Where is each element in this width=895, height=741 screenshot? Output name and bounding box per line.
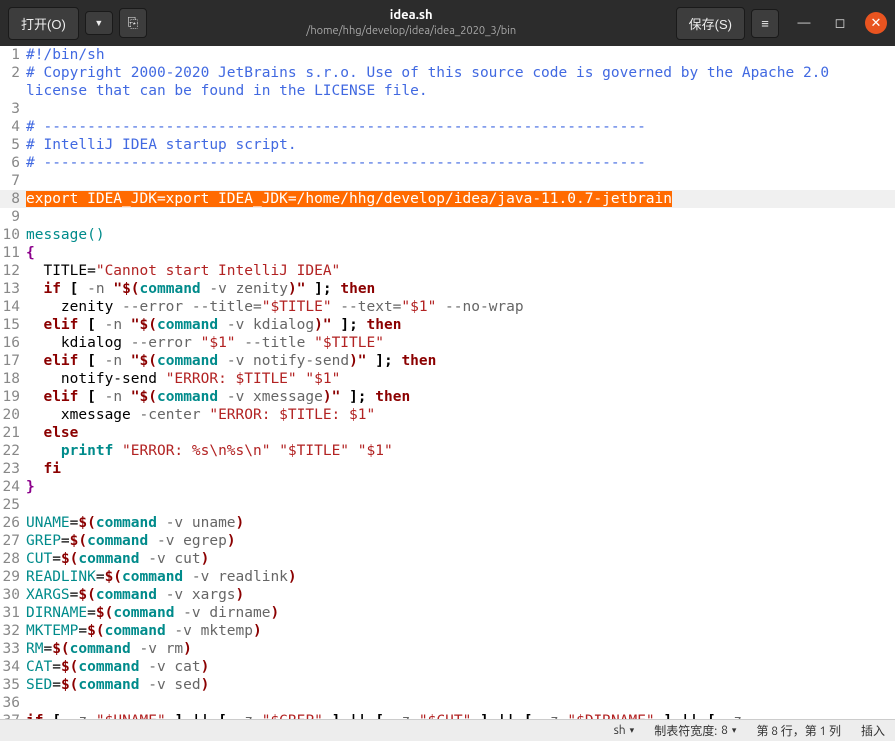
filepath: /home/hhg/develop/idea/idea_2020_3/bin	[153, 24, 670, 38]
filename: idea.sh	[153, 7, 670, 24]
maximize-button[interactable]: ◻	[829, 12, 851, 34]
chevron-down-icon: ▾	[732, 725, 737, 736]
chevron-down-icon: ▼	[94, 18, 103, 28]
open-button[interactable]: 打开(O)	[8, 7, 79, 40]
title-area: idea.sh /home/hhg/develop/idea/idea_2020…	[153, 7, 670, 38]
minimize-icon: —	[798, 16, 811, 30]
maximize-icon: ◻	[835, 16, 846, 31]
menu-button[interactable]: ≡	[751, 9, 779, 38]
hamburger-icon: ≡	[761, 16, 769, 31]
cursor-position[interactable]: 第 8 行，第 1 列	[756, 722, 841, 739]
minimize-button[interactable]: —	[793, 12, 815, 34]
close-icon: ✕	[871, 16, 882, 31]
save-button[interactable]: 保存(S)	[676, 7, 745, 40]
code-editor[interactable]: 1#!/bin/sh 2# Copyright 2000-2020 JetBra…	[0, 46, 895, 719]
edit-mode[interactable]: 插入	[861, 722, 885, 739]
titlebar: 打开(O) ▼ ⎘ idea.sh /home/hhg/develop/idea…	[0, 0, 895, 46]
open-recent-dropdown[interactable]: ▼	[85, 11, 113, 35]
tab-width-selector[interactable]: 制表符宽度: 8 ▾	[654, 722, 736, 739]
new-tab-button[interactable]: ⎘	[119, 8, 147, 38]
language-selector[interactable]: sh ▾	[614, 724, 635, 737]
selected-text: export IDEA_JDK=xport IDEA_JDK=/home/hhg…	[26, 191, 672, 207]
close-button[interactable]: ✕	[865, 12, 887, 34]
chevron-down-icon: ▾	[630, 725, 635, 736]
statusbar: sh ▾ 制表符宽度: 8 ▾ 第 8 行，第 1 列 插入	[0, 719, 895, 741]
new-tab-icon: ⎘	[128, 15, 138, 31]
